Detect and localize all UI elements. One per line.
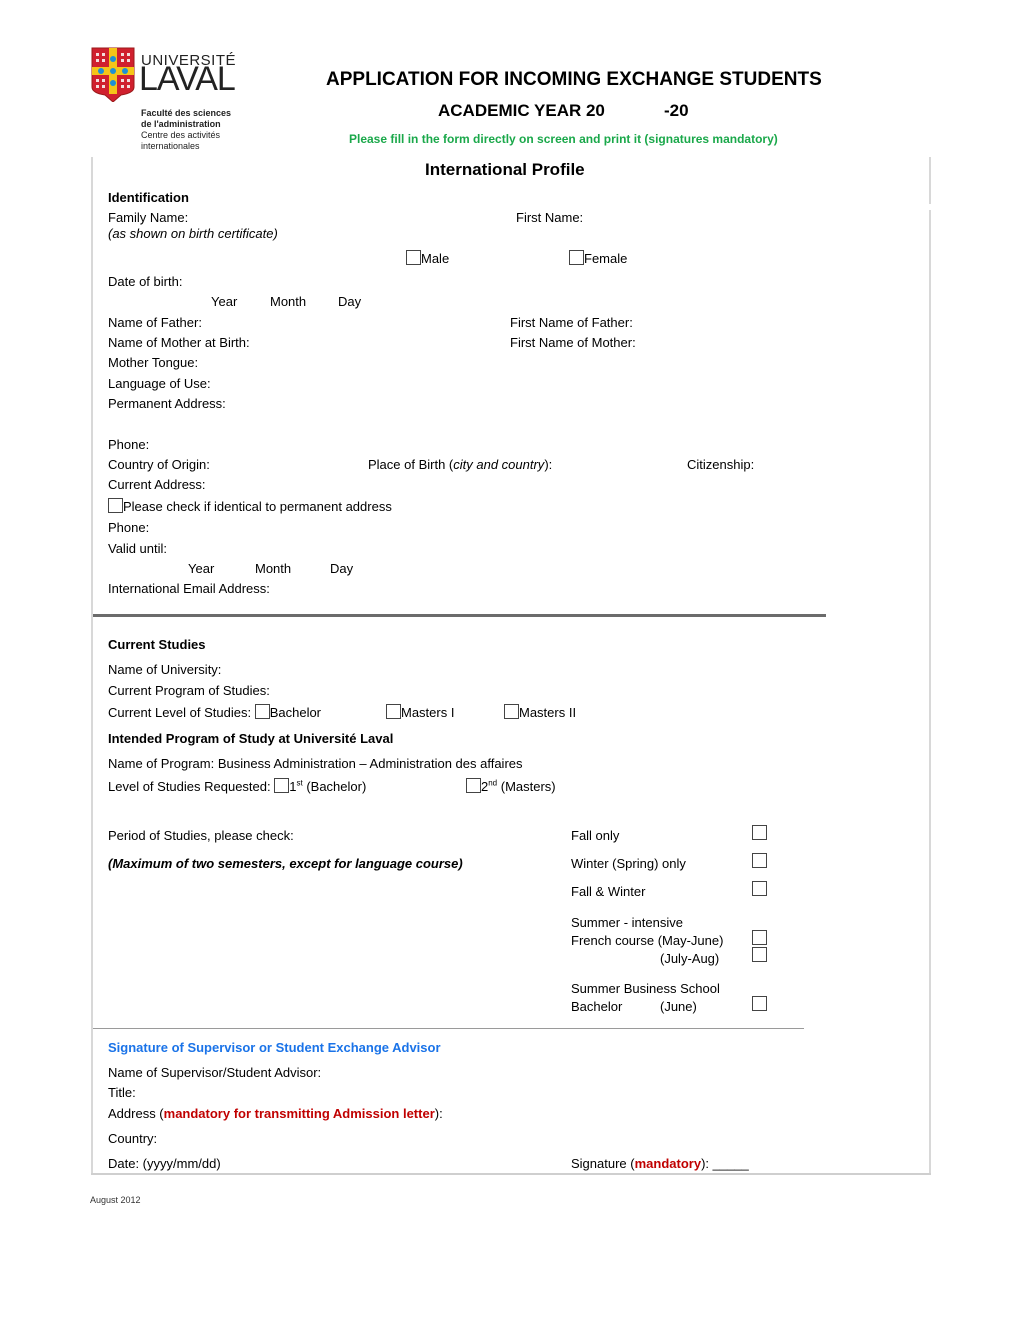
summer-business-school-label: Summer Business School <box>571 981 720 996</box>
fall-winter-checkbox[interactable] <box>752 881 767 896</box>
frame-bottom-border <box>91 1173 931 1175</box>
current-address-label: Current Address: <box>108 477 206 492</box>
current-studies-heading: Current Studies <box>108 637 206 652</box>
valid-year-label: Year <box>188 561 215 576</box>
summer-may-june-label: French course (May-June) <box>571 933 724 948</box>
dob-day-label: Day <box>338 294 362 309</box>
masters2-label: Masters II <box>519 705 577 720</box>
summer-intensive-label: Summer - intensive <box>571 915 683 930</box>
section-divider-2 <box>93 1028 804 1029</box>
shield-icon <box>91 47 135 102</box>
signature-label: Signature (mandatory): _____ <box>571 1156 749 1171</box>
father-first-name-label: First Name of Father: <box>510 315 633 330</box>
supervisor-address-label: Address (mandatory for transmitting Admi… <box>108 1106 443 1121</box>
male-label: Male <box>421 251 450 266</box>
sbs-june-label: (June) <box>660 999 697 1014</box>
masters2-checkbox[interactable] <box>504 704 519 719</box>
supervisor-name-label: Name of Supervisor/Student Advisor: <box>108 1065 322 1080</box>
current-level-row: Current Level of Studies: Bachelor <box>108 704 321 721</box>
male-option[interactable]: Male <box>406 250 449 267</box>
language-of-use-label: Language of Use: <box>108 376 211 391</box>
sbs-bachelor-label: Bachelor <box>571 999 623 1014</box>
phone2-label: Phone: <box>108 520 150 535</box>
summer-july-aug-label: (July-Aug) <box>660 951 720 966</box>
intended-program-heading: Intended Program of Study at Université … <box>108 731 394 746</box>
signature-date-label: Date: (yyyy/mm/dd) <box>108 1156 221 1171</box>
academic-year-suffix: -20 <box>664 101 689 120</box>
fall-only-label: Fall only <box>571 828 620 843</box>
section-divider <box>93 614 826 617</box>
identical-address-option[interactable]: Please check if identical to permanent a… <box>108 498 392 515</box>
masters2-option[interactable]: Masters II <box>504 704 576 721</box>
permanent-address-label: Permanent Address: <box>108 396 226 411</box>
identification-heading: Identification <box>108 190 189 205</box>
logo-faculty-1: Faculté des sciences <box>141 108 232 118</box>
valid-day-label: Day <box>330 561 354 576</box>
phone-label: Phone: <box>108 437 150 452</box>
dob-month-label: Month <box>270 294 307 309</box>
frame-right-border-top <box>929 157 931 204</box>
dob-label: Date of birth: <box>108 274 183 289</box>
bachelor-label: Bachelor <box>269 705 322 720</box>
valid-month-label: Month <box>255 561 292 576</box>
male-checkbox[interactable] <box>406 250 421 265</box>
fall-only-checkbox[interactable] <box>752 825 767 840</box>
period-note: (Maximum of two semesters, except for la… <box>108 856 463 871</box>
page-title: APPLICATION FOR INCOMING EXCHANGE STUDEN… <box>326 69 822 90</box>
place-of-birth-label: Place of Birth (city and country): <box>368 457 553 472</box>
bachelor-checkbox[interactable] <box>254 704 270 719</box>
family-name-note: (as shown on birth certificate) <box>108 226 278 241</box>
summer-july-aug-checkbox[interactable] <box>752 947 767 962</box>
winter-only-label: Winter (Spring) only <box>571 856 686 871</box>
second-cycle-option[interactable]: 2nd (Masters) <box>466 778 556 795</box>
second-cycle-checkbox[interactable] <box>466 778 481 793</box>
citizenship-label: Citizenship: <box>687 457 755 472</box>
logo-center-1: Centre des activités <box>141 130 221 140</box>
mother-name-label: Name of Mother at Birth: <box>108 335 250 350</box>
masters1-option[interactable]: Masters I <box>386 704 454 721</box>
fall-winter-label: Fall & Winter <box>571 884 646 899</box>
email-label: International Email Address: <box>108 581 270 596</box>
masters1-label: Masters I <box>401 705 455 720</box>
logo-center-2: internationales <box>141 141 200 151</box>
mother-tongue-label: Mother Tongue: <box>108 355 199 370</box>
signature-heading: Signature of Supervisor or Student Excha… <box>108 1040 441 1055</box>
first-cycle-checkbox[interactable] <box>274 778 290 793</box>
frame-left-border <box>91 157 93 1174</box>
section-title: International Profile <box>425 160 585 179</box>
dob-year-label: Year <box>211 294 238 309</box>
father-name-label: Name of Father: <box>108 315 202 330</box>
program-name-label: Name of Program: Business Administration… <box>108 756 523 771</box>
logo-faculty-2: de l'administration <box>141 119 221 129</box>
masters1-checkbox[interactable] <box>386 704 401 719</box>
winter-only-checkbox[interactable] <box>752 853 767 868</box>
period-label: Period of Studies, please check: <box>108 828 294 843</box>
requested-level-row: Level of Studies Requested: 1st (Bachelo… <box>108 778 366 795</box>
footer-date: August 2012 <box>90 1195 141 1205</box>
university-label: Name of University: <box>108 662 222 677</box>
program-label: Current Program of Studies: <box>108 683 270 698</box>
second-cycle-label: 2nd (Masters) <box>481 778 556 794</box>
identical-address-label: Please check if identical to permanent a… <box>123 499 392 514</box>
female-checkbox[interactable] <box>569 250 584 265</box>
valid-until-label: Valid until: <box>108 541 168 556</box>
female-option[interactable]: Female <box>569 250 627 267</box>
academic-year-prefix: ACADEMIC YEAR 20 <box>438 101 605 120</box>
identical-address-checkbox[interactable] <box>108 498 123 513</box>
family-name-label: Family Name: <box>108 210 189 225</box>
supervisor-country-label: Country: <box>108 1131 158 1146</box>
current-level-label: Current Level of Studies: <box>108 705 252 720</box>
frame-right-border <box>929 210 931 1174</box>
female-label: Female <box>584 251 628 266</box>
country-of-origin-label: Country of Origin: <box>108 457 210 472</box>
sbs-june-checkbox[interactable] <box>752 996 767 1011</box>
first-name-label: First Name: <box>516 210 584 225</box>
first-cycle-label: 1st (Bachelor) <box>289 778 367 794</box>
supervisor-title-label: Title: <box>108 1085 136 1100</box>
logo-laval: LAVAL <box>139 60 236 98</box>
summer-may-june-checkbox[interactable] <box>752 930 767 945</box>
instruction-text: Please fill in the form directly on scre… <box>349 132 778 146</box>
mother-first-name-label: First Name of Mother: <box>510 335 636 350</box>
requested-level-label: Level of Studies Requested: <box>108 779 271 794</box>
